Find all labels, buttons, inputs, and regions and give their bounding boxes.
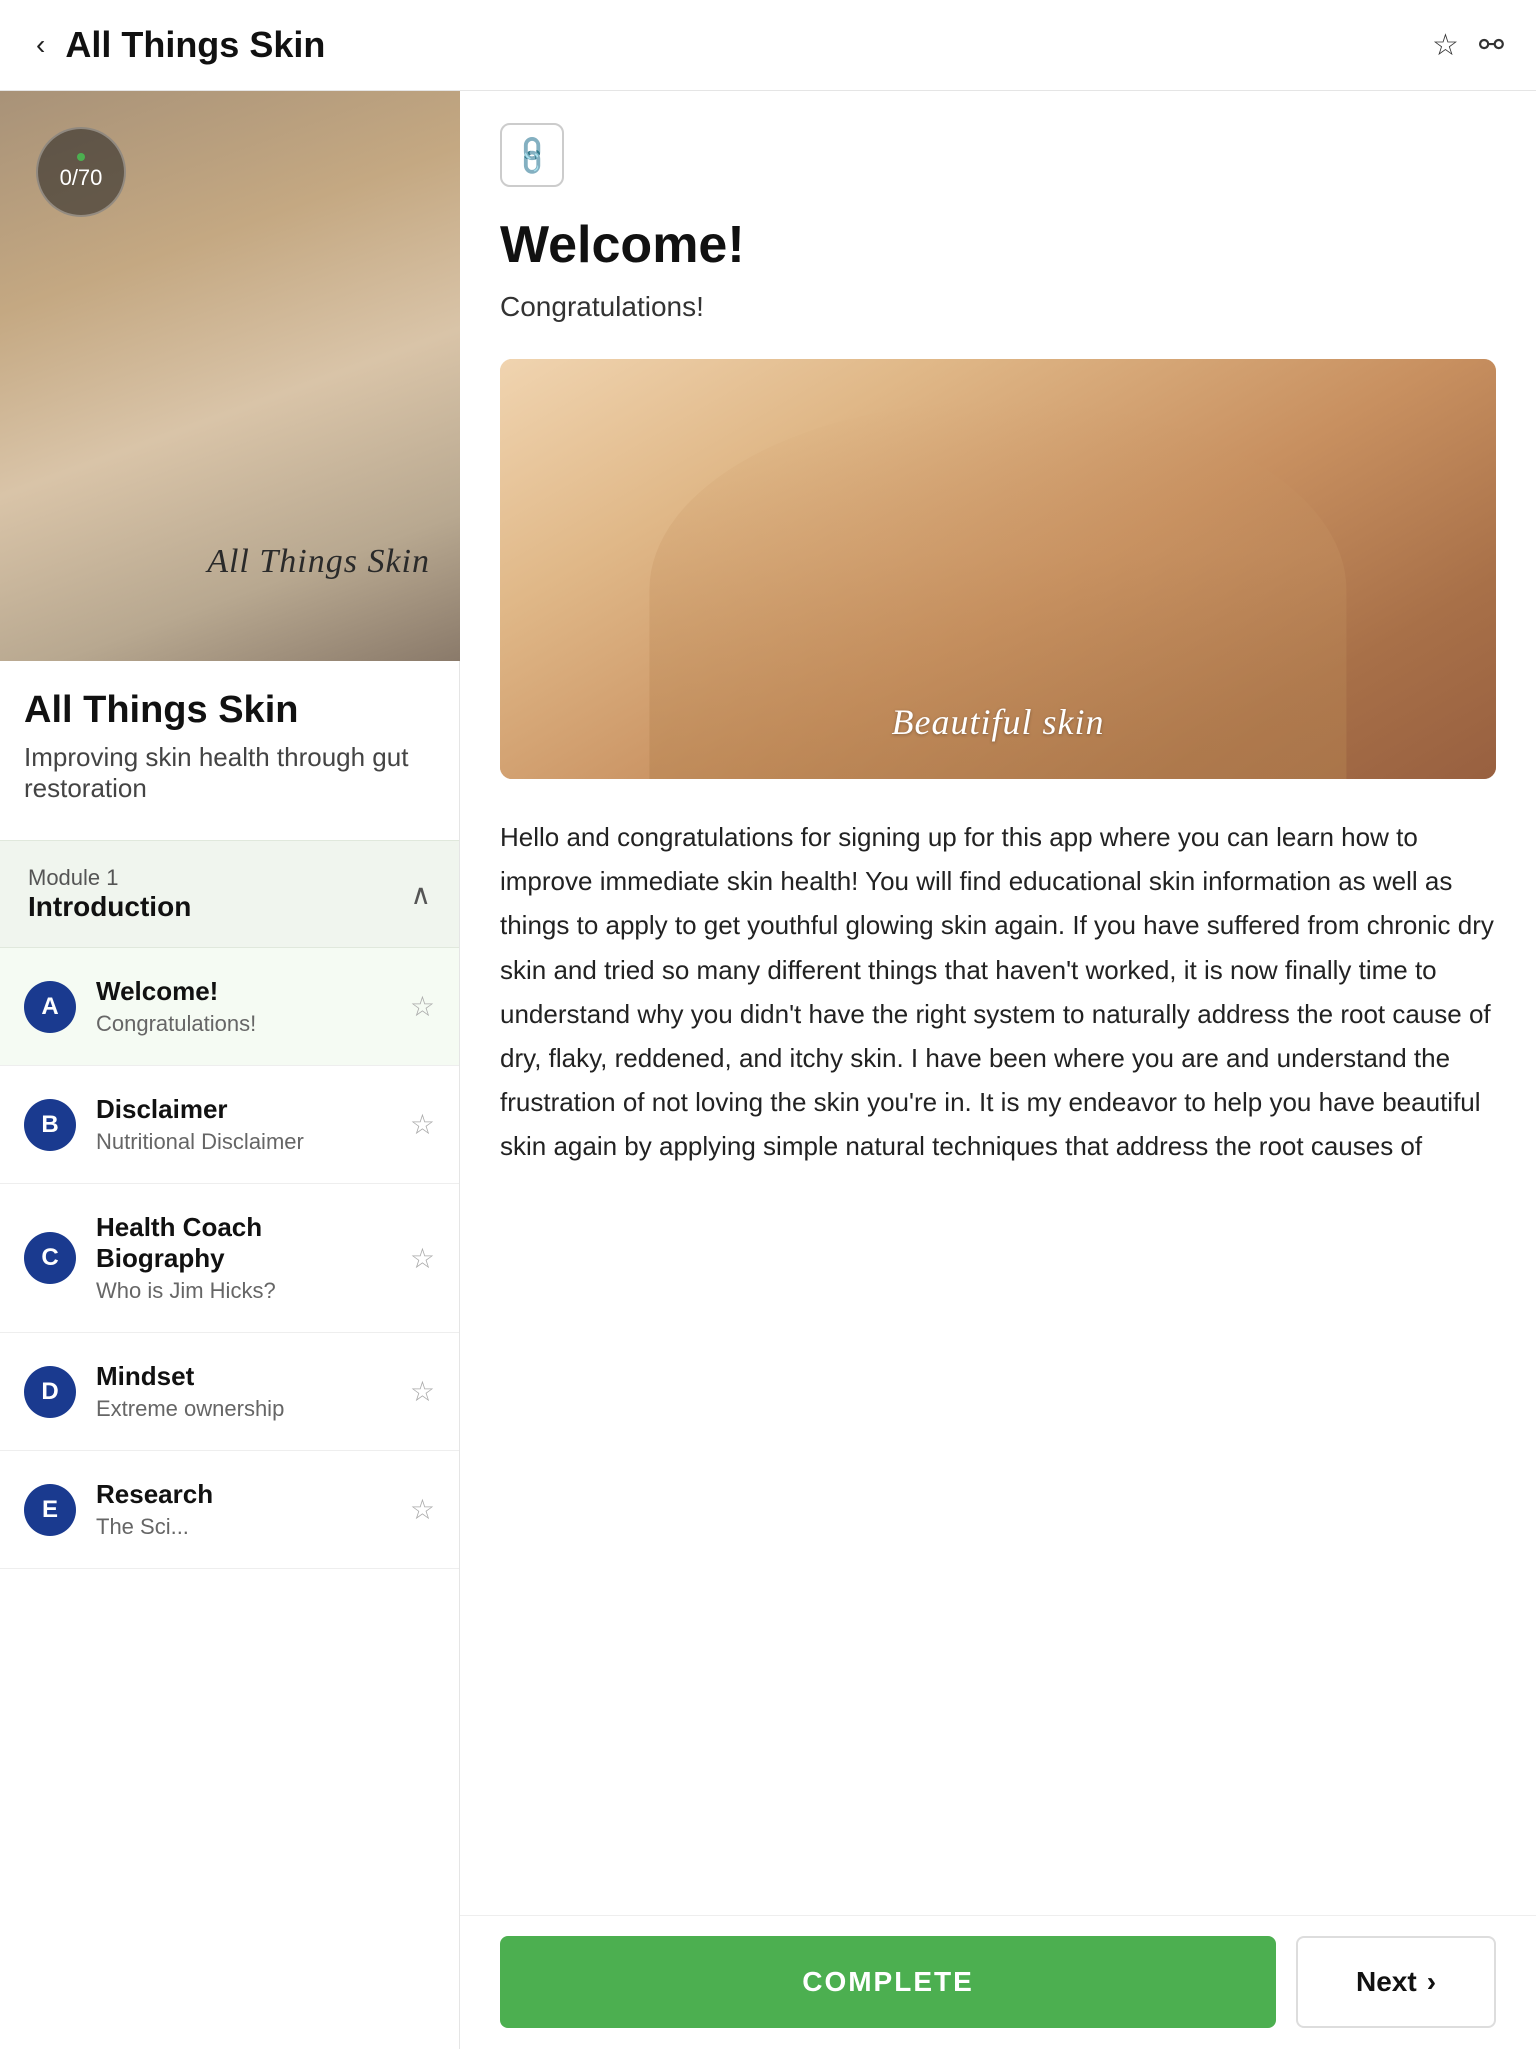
progress-text: 0/70 — [60, 165, 103, 191]
lesson-title-a: Welcome! — [96, 976, 390, 1007]
lesson-info-a: Welcome! Congratulations! — [96, 976, 390, 1037]
main-layout: 0/70 All Things Skin All Things Skin Imp… — [0, 91, 1536, 2049]
chevron-up-icon: ∧ — [411, 878, 432, 911]
star-button-e[interactable]: ☆ — [410, 1493, 435, 1526]
lesson-list: A Welcome! Congratulations! ☆ B Disclaim… — [0, 948, 459, 1569]
lesson-item[interactable]: A Welcome! Congratulations! ☆ — [0, 948, 459, 1066]
next-label: Next — [1356, 1966, 1417, 1998]
star-button-c[interactable]: ☆ — [410, 1242, 435, 1275]
welcome-subtitle: Congratulations! — [500, 291, 1496, 323]
header-title: All Things Skin — [65, 24, 325, 66]
lesson-title-e: Research — [96, 1479, 390, 1510]
lesson-item[interactable]: E Research The Sci... ☆ — [0, 1451, 459, 1569]
welcome-title: Welcome! — [500, 215, 1496, 275]
lesson-subtitle-e: The Sci... — [96, 1514, 390, 1540]
lesson-item[interactable]: D Mindset Extreme ownership ☆ — [0, 1333, 459, 1451]
lesson-letter-b: B — [24, 1099, 76, 1151]
module-info: Module 1 Introduction — [28, 865, 191, 923]
module-name: Introduction — [28, 891, 191, 923]
beauty-image-text: Beautiful skin — [892, 701, 1105, 743]
share-button[interactable]: ⚯ — [1479, 28, 1504, 63]
header-right: ☆ ⚯ — [1432, 28, 1504, 63]
app-header: ‹ All Things Skin ☆ ⚯ — [0, 0, 1536, 91]
lesson-info-c: Health Coach Biography Who is Jim Hicks? — [96, 1212, 390, 1304]
beauty-image: Beautiful skin — [500, 359, 1496, 779]
complete-button[interactable]: COMPLETE — [500, 1936, 1276, 2028]
progress-circle: 0/70 — [36, 127, 126, 217]
lesson-subtitle-a: Congratulations! — [96, 1011, 390, 1037]
course-title: All Things Skin — [24, 689, 435, 732]
lesson-title-c: Health Coach Biography — [96, 1212, 390, 1274]
lesson-info-d: Mindset Extreme ownership — [96, 1361, 390, 1422]
lesson-item[interactable]: B Disclaimer Nutritional Disclaimer ☆ — [0, 1066, 459, 1184]
star-button-b[interactable]: ☆ — [410, 1108, 435, 1141]
lesson-info-b: Disclaimer Nutritional Disclaimer — [96, 1094, 390, 1155]
next-button[interactable]: Next › — [1296, 1936, 1496, 2028]
lesson-subtitle-c: Who is Jim Hicks? — [96, 1278, 390, 1304]
back-button[interactable]: ‹ — [32, 25, 49, 65]
bottom-bar: COMPLETE Next › — [460, 1915, 1536, 2048]
lesson-letter-e: E — [24, 1484, 76, 1536]
course-image: 0/70 All Things Skin — [0, 91, 460, 661]
course-image-text: All Things Skin — [207, 543, 430, 581]
star-button-d[interactable]: ☆ — [410, 1375, 435, 1408]
bookmark-button[interactable]: ☆ — [1432, 28, 1459, 63]
description-text: Hello and congratulations for signing up… — [500, 815, 1496, 1169]
lesson-letter-a: A — [24, 981, 76, 1033]
lesson-letter-d: D — [24, 1366, 76, 1418]
course-subtitle: Improving skin health through gut restor… — [24, 742, 435, 804]
lesson-title-d: Mindset — [96, 1361, 390, 1392]
star-button-a[interactable]: ☆ — [410, 990, 435, 1023]
module-header[interactable]: Module 1 Introduction ∧ — [0, 840, 459, 948]
lesson-info-e: Research The Sci... — [96, 1479, 390, 1540]
lesson-letter-c: C — [24, 1232, 76, 1284]
lesson-item[interactable]: C Health Coach Biography Who is Jim Hick… — [0, 1184, 459, 1333]
next-arrow-icon: › — [1427, 1966, 1436, 1998]
link-icon-box[interactable]: 🔗 — [500, 123, 564, 187]
header-left: ‹ All Things Skin — [32, 24, 325, 66]
module-label: Module 1 — [28, 865, 191, 891]
lesson-subtitle-d: Extreme ownership — [96, 1396, 390, 1422]
link-icon: 🔗 — [508, 131, 556, 179]
lesson-subtitle-b: Nutritional Disclaimer — [96, 1129, 390, 1155]
course-info: All Things Skin Improving skin health th… — [0, 661, 459, 820]
right-panel: 🔗 Welcome! Congratulations! Beautiful sk… — [460, 91, 1536, 2049]
lesson-title-b: Disclaimer — [96, 1094, 390, 1125]
left-panel: 0/70 All Things Skin All Things Skin Imp… — [0, 91, 460, 2049]
module-section: Module 1 Introduction ∧ A Welcome! Congr… — [0, 840, 459, 1569]
progress-dot — [77, 153, 85, 161]
